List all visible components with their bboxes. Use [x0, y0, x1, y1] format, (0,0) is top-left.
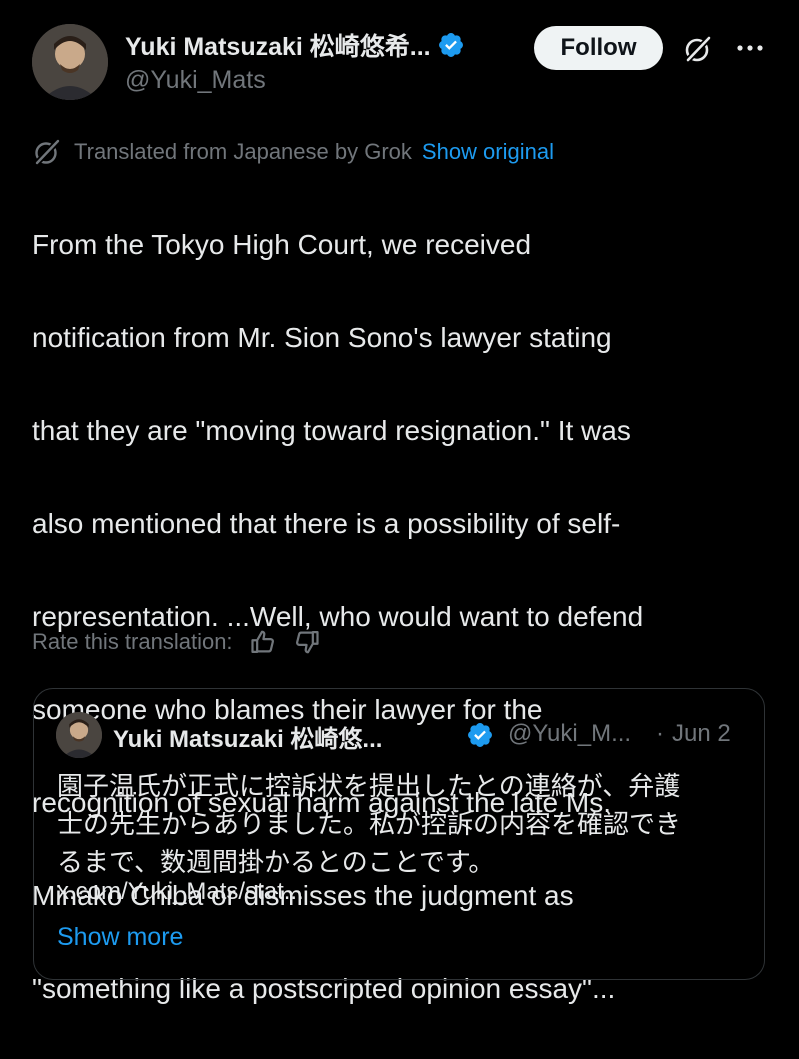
quoted-author-display-name: Yuki Matsuzaki 松崎悠...	[113, 726, 383, 753]
translation-label: Translated from Japanese by Grok	[74, 139, 412, 164]
quoted-body-line: 士の先生からありました。私が控訴の内容を確認でき	[57, 809, 682, 839]
author-display-name[interactable]: Yuki Matsuzaki 松崎悠希...	[125, 27, 431, 63]
show-more-link[interactable]: Show more	[57, 923, 183, 952]
post-body-line: notification from Mr. Sion Sono's lawyer…	[32, 321, 612, 353]
post-body-line: that they are "moving toward resignation…	[32, 414, 631, 446]
rate-translation-label: Rate this translation:	[32, 629, 233, 654]
show-original-link[interactable]: Show original	[422, 139, 554, 165]
follow-button[interactable]: Follow	[534, 26, 663, 70]
grok-icon	[33, 137, 62, 167]
post-header: Yuki Matsuzaki 松崎悠希... @Yuki_Mats Follow	[32, 22, 777, 102]
author-info: Yuki Matsuzaki 松崎悠希... @Yuki_Mats	[125, 28, 465, 95]
quoted-post-date: Jun 2	[672, 720, 731, 747]
quoted-body-line: るまで、数週間掛かるとのことです。	[57, 847, 495, 877]
thumbs-down-icon[interactable]	[293, 628, 321, 656]
quoted-post-card[interactable]: Yuki Matsuzaki 松崎悠... @Yuki_M... · Jun 2…	[33, 688, 765, 980]
verified-badge-icon	[468, 723, 492, 747]
quoted-post-body: 園子温氏が正式に控訴状を提出したとの連絡が、弁護 士の先生からありました。私が控…	[57, 767, 747, 881]
grok-icon[interactable]	[683, 34, 713, 64]
post-body-line: From the Tokyo High Court, we received	[32, 228, 532, 260]
quoted-author-avatar	[56, 712, 102, 758]
rate-translation: Rate this translation:	[32, 626, 321, 658]
translation-notice: Translated from Japanese by Grok Show or…	[32, 137, 554, 167]
separator-dot: ·	[656, 720, 664, 747]
author-name-row: Yuki Matsuzaki 松崎悠希...	[125, 28, 465, 62]
quoted-body-line: 園子温氏が正式に控訴状を提出したとの連絡が、弁護	[57, 771, 681, 801]
post-body-line: also mentioned that there is a possibili…	[32, 507, 621, 539]
more-options-icon[interactable]	[735, 36, 765, 60]
author-handle[interactable]: @Yuki_Mats	[125, 66, 465, 95]
thumbs-up-icon[interactable]	[249, 628, 277, 656]
author-avatar[interactable]	[32, 24, 108, 100]
verified-badge-icon[interactable]	[437, 31, 465, 59]
quoted-post-link[interactable]: x.com/Yuki_Mats/stat...	[57, 878, 304, 906]
quoted-author-handle: @Yuki_M...	[508, 720, 632, 747]
